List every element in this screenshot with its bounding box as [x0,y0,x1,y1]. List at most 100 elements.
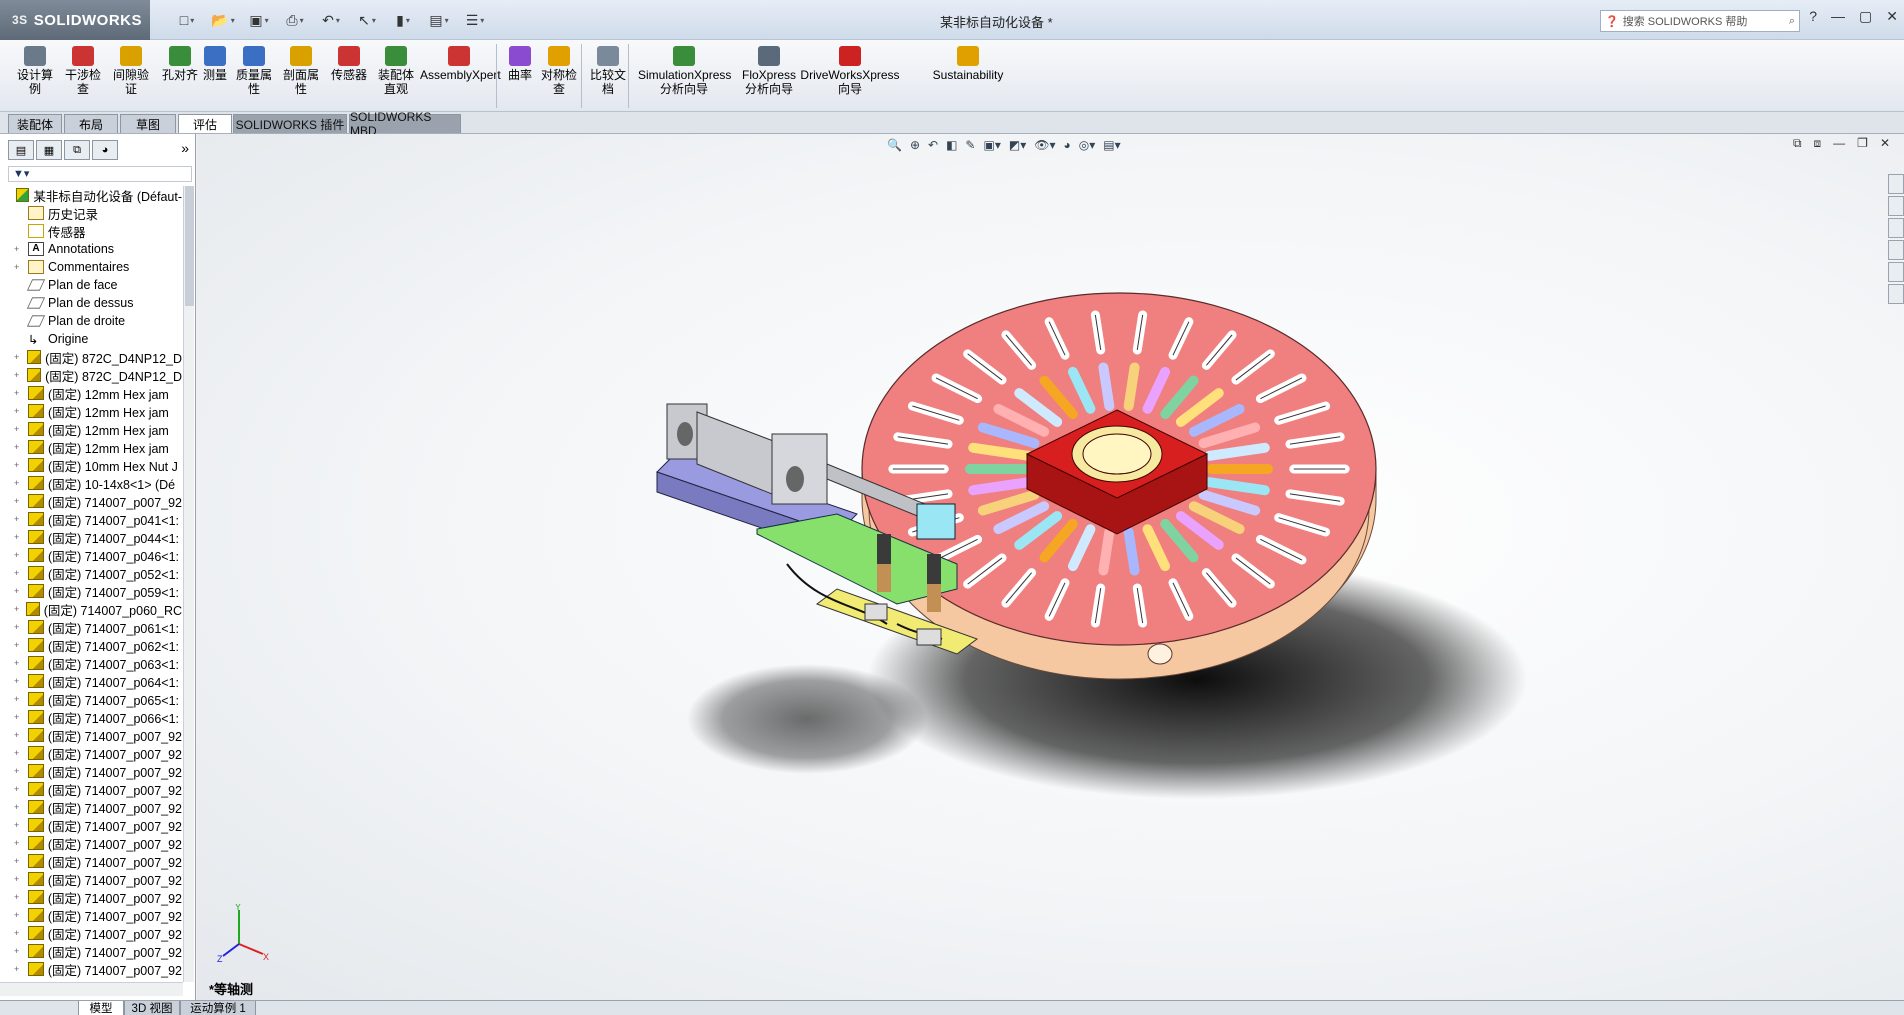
measure-button[interactable]: 测量 [200,46,230,82]
tree-item[interactable]: + (固定) 12mm Hex jam [0,420,182,438]
undo-icon[interactable]: ↶ ▾ [316,8,346,32]
close-icon[interactable]: ✕ [1886,8,1898,25]
dropdown-arrow-icon[interactable]: ▾ [300,16,304,25]
expand-toggle-icon[interactable]: + [14,388,24,398]
expand-toggle-icon[interactable]: + [14,910,24,920]
assembly-model[interactable] [197,134,1904,1000]
tab-2[interactable]: 草图 [120,114,176,133]
bottom-tab-0[interactable]: 模型 [78,1001,124,1015]
tree-item[interactable]: + (固定) 714007_p007_92 [0,780,182,798]
expand-toggle-icon[interactable]: + [14,496,24,506]
dropdown-arrow-icon[interactable]: ▾ [231,16,235,25]
expand-toggle-icon[interactable]: + [14,370,23,380]
tree-item[interactable]: + (固定) 10mm Hex Nut J [0,456,182,474]
expand-toggle-icon[interactable]: + [14,784,24,794]
tree-item[interactable]: + (固定) 714007_p046<1: [0,546,182,564]
expand-toggle-icon[interactable]: + [14,424,24,434]
dropdown-arrow-icon[interactable]: ▾ [445,16,449,25]
tree-item[interactable]: + (固定) 714007_p007_92 [0,798,182,816]
graphics-area[interactable]: 🔍 ⊕ ↶ ◧ ✎ ▣▾ ◩▾ 👁▾ ◕ ◎▾ ▤▾ ⧉ ⧈ — ❐ ✕ Y X… [197,134,1904,1000]
tab-5[interactable]: SOLIDWORKS MBD [349,110,461,138]
print-icon[interactable]: ⎙ ▾ [280,8,310,32]
tree-item[interactable]: + (固定) 714007_p060_RC [0,600,182,618]
expand-toggle-icon[interactable]: + [14,712,24,722]
dropdown-arrow-icon[interactable]: ▾ [265,16,269,25]
expand-toggle-icon[interactable]: + [14,964,24,974]
tree-item[interactable]: + (固定) 714007_p041<1: [0,510,182,528]
expand-toggle-icon[interactable]: + [14,262,24,272]
expand-toggle-icon[interactable]: + [14,694,24,704]
expand-toggle-icon[interactable]: + [14,838,24,848]
sustainability-button[interactable]: Sustainability [930,46,1006,82]
tree-item[interactable]: + (固定) 872C_D4NP12_D [0,348,182,366]
tree-item[interactable]: + (固定) 714007_p063<1: [0,654,182,672]
interference-button[interactable]: 干涉检 查 [62,46,104,96]
file-props-icon[interactable]: ▤ ▾ [424,8,454,32]
new-doc-icon[interactable]: □ ▾ [172,8,202,32]
tree-item[interactable]: + (固定) 10-14x8<1> (Dé [0,474,182,492]
driveworksxpress-button[interactable]: DriveWorksXpress 向导 [800,46,900,96]
expand-toggle-icon[interactable]: + [14,514,24,524]
tree-item[interactable]: + (固定) 714007_p007_92 [0,492,182,510]
solidworks-logo[interactable]: 3S SOLIDWORKS [0,0,150,40]
dropdown-arrow-icon[interactable]: ▾ [372,16,376,25]
expand-toggle-icon[interactable]: + [14,766,24,776]
expand-toggle-icon[interactable]: + [14,532,24,542]
tree-item[interactable]: + A Annotations [0,240,182,258]
tab-1[interactable]: 布局 [64,114,118,133]
clearance-button[interactable]: 间隙验 证 [110,46,152,96]
expand-toggle-icon[interactable]: + [14,406,24,416]
tree-item[interactable]: + (固定) 714007_p066<1: [0,708,182,726]
tree-item[interactable]: + (固定) 872C_D4NP12_D [0,366,182,384]
assemblyxpert-button[interactable]: AssemblyXpert [420,46,501,82]
expand-toggle-icon[interactable]: + [14,604,22,614]
dropdown-arrow-icon[interactable]: ▾ [190,16,194,25]
expand-toggle-icon[interactable]: + [14,442,24,452]
help-search-input[interactable]: ❓ 搜索 SOLIDWORKS 帮助 ⌕ [1600,10,1800,32]
tree-item[interactable]: Plan de dessus [0,294,182,312]
tree-item[interactable]: + (固定) 714007_p007_92 [0,744,182,762]
symmetry-button[interactable]: 对称检 查 [540,46,578,96]
config-manager-tab-icon[interactable]: ⧉ [64,140,90,160]
section-props-button[interactable]: 剖面属 性 [280,46,322,96]
expand-toggle-icon[interactable]: + [14,550,24,560]
floxpress-button[interactable]: FloXpress 分析向导 [736,46,802,96]
expand-toggle-icon[interactable]: + [14,586,24,596]
tree-item[interactable]: + (固定) 714007_p044<1: [0,528,182,546]
tree-item[interactable]: ↳ Origine [0,330,182,348]
expand-toggle-icon[interactable]: + [14,874,24,884]
tree-item[interactable]: + (固定) 714007_p061<1: [0,618,182,636]
expand-toggle-icon[interactable]: + [14,856,24,866]
tab-3[interactable]: 评估 [178,114,232,133]
maximize-icon[interactable]: ▢ [1859,8,1872,25]
search-icon[interactable]: ⌕ [1789,15,1795,28]
expand-toggle-icon[interactable]: + [14,730,24,740]
tree-vertical-scrollbar[interactable] [183,186,194,982]
tree-filter-icon[interactable]: ▼▾ [8,166,192,182]
tree-item[interactable]: + (固定) 714007_p059<1: [0,582,182,600]
tab-0[interactable]: 装配体 [8,114,62,133]
tree-item[interactable]: + (固定) 714007_p007_92 [0,942,182,960]
tree-item[interactable]: + (固定) 714007_p007_92 [0,906,182,924]
tree-item[interactable]: + (固定) 12mm Hex jam [0,438,182,456]
expand-toggle-icon[interactable]: + [14,802,24,812]
open-folder-icon[interactable]: 📂 ▾ [208,8,238,32]
tree-item[interactable]: + (固定) 714007_p007_92 [0,762,182,780]
expand-toggle-icon[interactable]: + [14,658,24,668]
feature-tree-tab-icon[interactable]: ▤ [8,140,34,160]
dropdown-arrow-icon[interactable]: ▾ [480,16,484,25]
minimize-icon[interactable]: — [1831,8,1845,25]
sensor-button[interactable]: 传感器 [327,46,371,82]
tree-item[interactable]: + (固定) 714007_p052<1: [0,564,182,582]
tree-item[interactable]: + (固定) 12mm Hex jam [0,402,182,420]
tree-item[interactable]: + (固定) 714007_p007_92 [0,888,182,906]
simulationxpress-button[interactable]: SimulationXpress 分析向导 [638,46,731,96]
tree-horizontal-scrollbar[interactable] [0,982,183,996]
expand-toggle-icon[interactable]: + [14,352,23,362]
expand-toggle-icon[interactable]: + [14,892,24,902]
expand-toggle-icon[interactable]: + [14,568,24,578]
expand-toggle-icon[interactable]: + [14,676,24,686]
tree-item[interactable]: + (固定) 714007_p007_92 [0,924,182,942]
expand-toggle-icon[interactable]: + [14,478,24,488]
expand-toggle-icon[interactable]: + [14,928,24,938]
